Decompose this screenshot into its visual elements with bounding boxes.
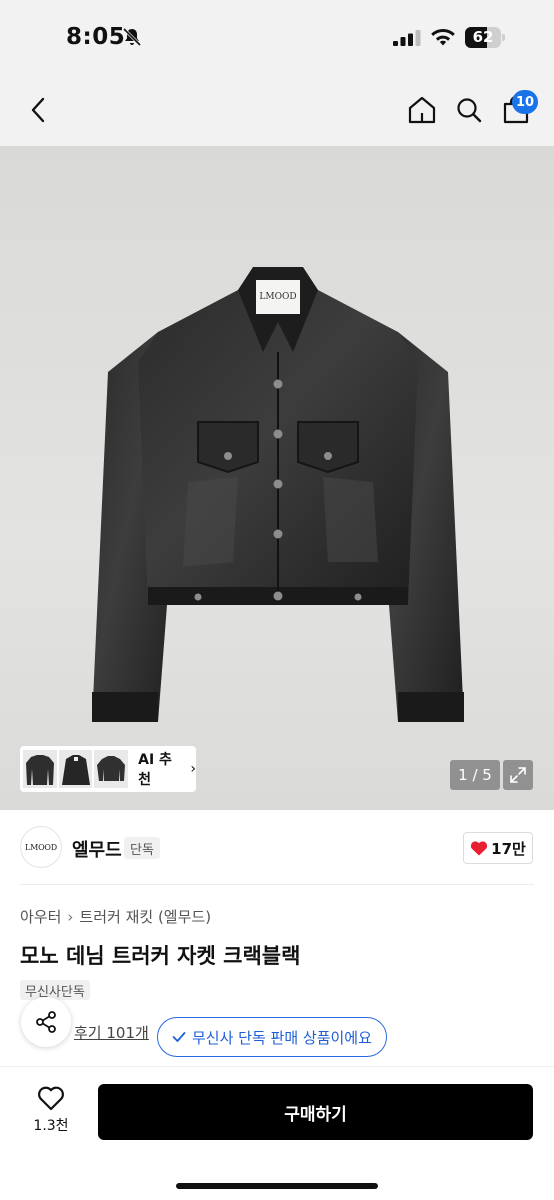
product-image-carousel[interactable]: LMOOD [0, 146, 554, 810]
exclusive-notice-text: 무신사 단독 판매 상품이에요 [192, 1028, 372, 1047]
signal-icon [393, 30, 421, 46]
wishlist-button[interactable]: 1.3천 [28, 1085, 74, 1135]
home-icon [408, 96, 436, 124]
divider [20, 884, 534, 885]
brand-exclusive-tag: 단독 [124, 837, 160, 859]
brand-like-count: 17만 [491, 839, 526, 858]
bell-off-icon [122, 27, 142, 47]
battery-indicator: 62 [465, 27, 505, 48]
status-time: 8:05 [66, 24, 126, 50]
check-icon [172, 1032, 186, 1042]
exclusive-tag: 무신사단독 [20, 980, 90, 1000]
share-icon [36, 1011, 56, 1033]
battery-level: 62 [472, 28, 494, 46]
buy-button[interactable]: 구매하기 [98, 1084, 533, 1140]
search-button[interactable] [451, 92, 487, 128]
thumbnail-3[interactable] [94, 750, 129, 788]
breadcrumb-item[interactable]: 트러커 재킷 (엘무드) [79, 906, 211, 927]
expand-icon [510, 767, 526, 783]
status-bar: 8:05 62 [0, 0, 554, 74]
jacket-detail-thumbnail-icon [61, 755, 90, 785]
heart-outline-icon [38, 1086, 64, 1111]
brand-logo[interactable]: LMOOD [20, 826, 62, 868]
breadcrumb: 아우터 › 트러커 재킷 (엘무드) [20, 906, 211, 927]
chevron-left-icon [31, 97, 45, 123]
ai-recommend-label: AI 추천 [138, 752, 172, 788]
fullscreen-button[interactable] [503, 760, 533, 790]
product-image: LMOOD [92, 267, 464, 722]
share-button[interactable] [21, 997, 71, 1047]
heart-filled-icon [471, 841, 488, 856]
wifi-icon [431, 29, 455, 46]
breadcrumb-item[interactable]: 아우터 [20, 906, 61, 927]
cart-count-badge: 10 [512, 90, 539, 114]
back-button[interactable] [20, 92, 56, 128]
image-counter: 1 / 5 [450, 760, 500, 790]
brand-name[interactable]: 엘무드 [72, 836, 122, 862]
chevron-right-icon: › [190, 761, 196, 777]
exclusive-notice[interactable]: 무신사 단독 판매 상품이에요 [157, 1017, 387, 1057]
jacket-flat-thumbnail-icon [97, 756, 126, 781]
reviews-link[interactable]: 후기 101개 [74, 1022, 149, 1043]
svg-text:LMOOD: LMOOD [259, 292, 296, 302]
ai-recommend-strip[interactable]: AI 추천 › [20, 746, 196, 792]
search-icon [457, 98, 482, 123]
thumbnail-2[interactable] [58, 750, 93, 788]
brand-like-button[interactable]: 17만 [463, 832, 533, 864]
thumbnail-1[interactable] [21, 748, 59, 790]
jacket-thumbnail-icon [26, 755, 54, 785]
home-button[interactable] [404, 92, 440, 128]
product-title: 모노 데님 트러커 자켓 크랙블랙 [20, 944, 301, 968]
chevron-right-icon: › [67, 907, 74, 926]
wishlist-count: 1.3천 [33, 1118, 69, 1134]
home-indicator [176, 1183, 378, 1189]
